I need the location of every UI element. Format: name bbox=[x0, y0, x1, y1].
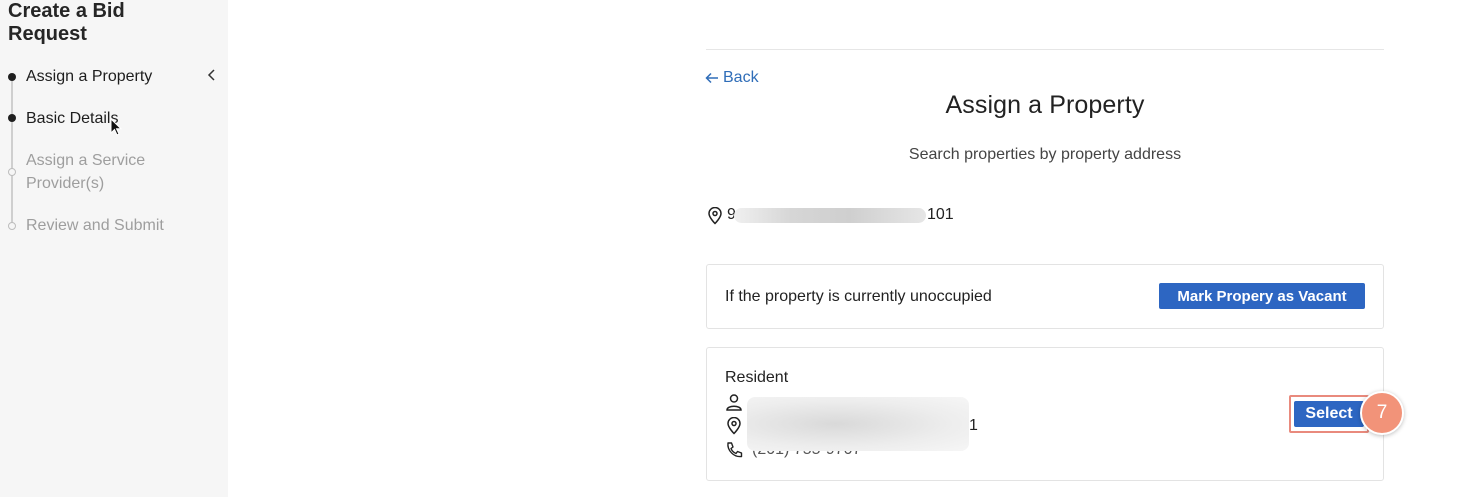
step-connector bbox=[11, 76, 13, 118]
selected-address: 9 101 bbox=[707, 205, 1007, 227]
step-dot-pending bbox=[8, 222, 16, 230]
step-number-badge: 7 bbox=[1360, 391, 1404, 435]
chevron-left-icon[interactable] bbox=[205, 68, 219, 82]
top-divider bbox=[706, 49, 1384, 50]
arrow-left-icon bbox=[705, 72, 718, 84]
sidebar: Create a Bid Request Assign a Property B… bbox=[0, 0, 228, 497]
page-subtitle: Search properties by property address bbox=[908, 146, 1182, 163]
back-link[interactable]: Back bbox=[705, 69, 759, 87]
vacant-prompt: If the property is currently unoccupied bbox=[725, 288, 992, 305]
redacted-address bbox=[734, 208, 926, 223]
vacant-card: If the property is currently unoccupied … bbox=[706, 264, 1384, 329]
redacted-resident-info bbox=[747, 397, 969, 451]
back-label: Back bbox=[723, 69, 759, 86]
phone-icon bbox=[727, 442, 743, 458]
step-dot-completed bbox=[8, 73, 16, 81]
step-assign-property[interactable]: Assign a Property bbox=[26, 65, 216, 88]
select-resident-button[interactable]: Select bbox=[1294, 401, 1364, 427]
step-assign-service-provider[interactable]: Assign a Service Provider(s) bbox=[26, 149, 216, 195]
address-suffix: 101 bbox=[927, 206, 954, 223]
resident-address-suffix: 1 bbox=[969, 417, 978, 434]
resident-card: Resident (201) 755-9707 1 bbox=[706, 347, 1384, 481]
location-pin-icon bbox=[708, 207, 722, 225]
sidebar-title: Create a Bid Request bbox=[8, 0, 125, 45]
resident-heading: Resident bbox=[725, 369, 789, 386]
person-icon bbox=[726, 394, 742, 411]
page-title: Assign a Property bbox=[945, 91, 1145, 119]
mark-vacant-button[interactable]: Mark Propery as Vacant bbox=[1159, 283, 1365, 309]
location-pin-icon bbox=[727, 417, 741, 435]
step-dot-completed bbox=[8, 114, 16, 122]
step-dot-pending bbox=[8, 168, 16, 176]
step-review-submit[interactable]: Review and Submit bbox=[26, 214, 216, 237]
mouse-cursor-icon bbox=[110, 118, 123, 136]
